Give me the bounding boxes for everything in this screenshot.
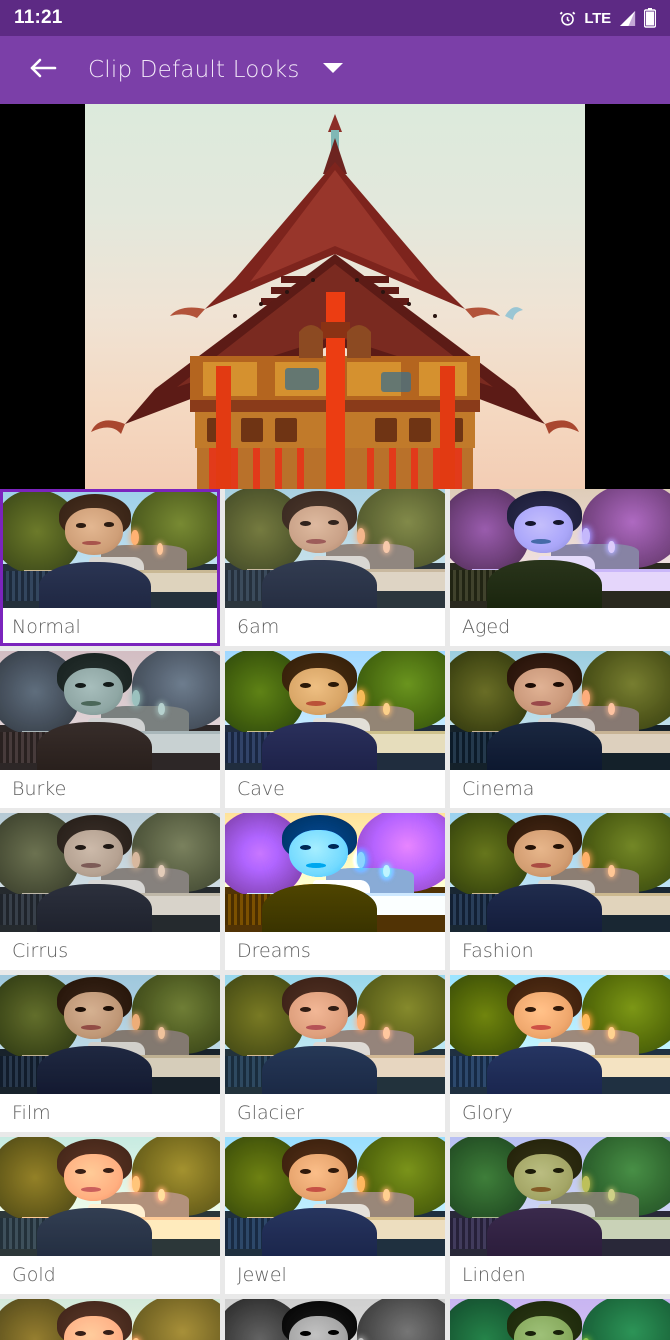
look-thumbnail — [450, 975, 670, 1094]
look-thumbnail — [225, 1137, 445, 1256]
look-tile[interactable]: Cirrus — [0, 813, 220, 970]
look-thumbnail — [3, 492, 217, 608]
page-title: Clip Default Looks — [88, 57, 300, 83]
look-tile[interactable]: Dreams — [225, 813, 445, 970]
look-label: Fashion — [450, 932, 670, 970]
looks-row: Burke Cave Cinema — [0, 651, 670, 808]
look-label: Glacier — [225, 1094, 445, 1132]
app-toolbar: Clip Default Looks — [0, 36, 670, 104]
look-tile[interactable]: Burke — [0, 651, 220, 808]
arrow-left-icon — [28, 55, 58, 86]
looks-row — [0, 1299, 670, 1340]
status-bar: 11:21 LTE — [0, 0, 670, 36]
look-tile[interactable]: Linden — [450, 1137, 670, 1294]
look-thumbnail — [450, 651, 670, 770]
looks-screen: 11:21 LTE Clip Default Looks Normal 6am … — [0, 0, 670, 1340]
looks-row: Film Glacier Glory — [0, 975, 670, 1132]
look-label: Jewel — [225, 1256, 445, 1294]
back-button[interactable] — [22, 49, 64, 91]
look-tile[interactable]: Film — [0, 975, 220, 1132]
look-tile[interactable]: Fashion — [450, 813, 670, 970]
look-label: Dreams — [225, 932, 445, 970]
look-tile[interactable]: Normal — [0, 489, 220, 646]
look-tile[interactable]: Gold — [0, 1137, 220, 1294]
preview-photo — [85, 104, 585, 489]
look-tile[interactable] — [0, 1299, 220, 1340]
look-thumbnail — [450, 1137, 670, 1256]
look-thumbnail — [450, 489, 670, 608]
looks-category-dropdown[interactable] — [322, 61, 344, 80]
look-tile[interactable] — [225, 1299, 445, 1340]
look-thumbnail — [450, 1299, 670, 1340]
looks-grid[interactable]: Normal 6am Aged Burke Cave Cinema Cirrus Dreams… — [0, 489, 670, 1340]
clip-preview[interactable] — [0, 104, 670, 489]
look-label: Linden — [450, 1256, 670, 1294]
look-label: Film — [0, 1094, 220, 1132]
look-thumbnail — [0, 1137, 220, 1256]
look-tile[interactable]: Aged — [450, 489, 670, 646]
chevron-down-icon — [322, 61, 344, 80]
look-label: Gold — [0, 1256, 220, 1294]
look-label: Glory — [450, 1094, 670, 1132]
look-thumbnail — [450, 813, 670, 932]
look-thumbnail — [0, 975, 220, 1094]
look-label: 6am — [225, 608, 445, 646]
looks-row: Normal 6am Aged — [0, 489, 670, 646]
look-label: Aged — [450, 608, 670, 646]
look-label: Normal — [0, 608, 220, 646]
look-thumbnail — [225, 489, 445, 608]
battery-icon — [644, 8, 656, 28]
look-label: Cinema — [450, 770, 670, 808]
look-tile[interactable] — [450, 1299, 670, 1340]
look-label: Burke — [0, 770, 220, 808]
look-label: Cirrus — [0, 932, 220, 970]
look-thumbnail — [225, 813, 445, 932]
looks-row: Cirrus Dreams Fashion — [0, 813, 670, 970]
look-tile[interactable]: Cinema — [450, 651, 670, 808]
pagoda-illustration — [91, 114, 579, 489]
look-tile[interactable]: Cave — [225, 651, 445, 808]
look-tile[interactable]: Jewel — [225, 1137, 445, 1294]
look-thumbnail — [0, 1299, 220, 1340]
status-icons: LTE — [558, 8, 656, 28]
looks-row: Gold Jewel Linden — [0, 1137, 670, 1294]
look-thumbnail — [0, 813, 220, 932]
look-label: Cave — [225, 770, 445, 808]
look-tile[interactable]: Glory — [450, 975, 670, 1132]
look-thumbnail — [225, 651, 445, 770]
look-thumbnail — [0, 651, 220, 770]
network-type-label: LTE — [584, 9, 611, 27]
look-tile[interactable]: 6am — [225, 489, 445, 646]
look-thumbnail — [225, 1299, 445, 1340]
alarm-clock-icon — [558, 9, 577, 28]
look-thumbnail — [225, 975, 445, 1094]
status-time: 11:21 — [14, 7, 63, 28]
look-tile[interactable]: Glacier — [225, 975, 445, 1132]
signal-icon — [618, 10, 637, 27]
